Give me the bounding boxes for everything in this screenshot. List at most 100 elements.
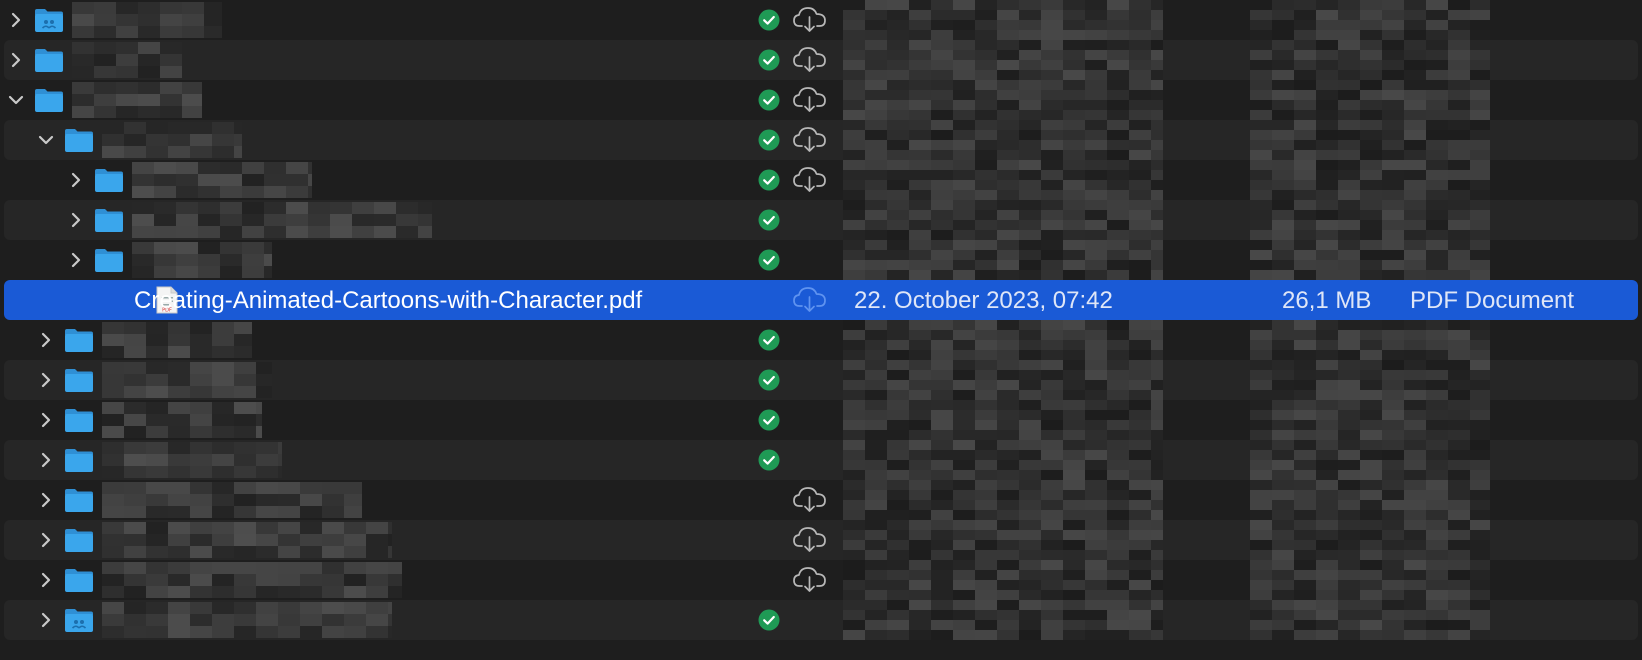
redacted-folder-name — [102, 482, 362, 518]
folder-icon — [94, 247, 124, 273]
redacted-date-modified — [843, 360, 1163, 400]
file-name: Creating-Animated-Cartoons-with-Characte… — [134, 287, 643, 314]
folder-icon — [94, 207, 124, 233]
folder-row[interactable] — [0, 400, 1642, 440]
sync-complete-icon — [758, 89, 780, 111]
redacted-kind — [1250, 400, 1490, 440]
folder-icon — [64, 407, 94, 433]
sync-complete-icon — [758, 329, 780, 351]
folder-row[interactable] — [0, 520, 1642, 560]
folder-row[interactable] — [0, 560, 1642, 600]
redacted-folder-name — [102, 522, 392, 558]
folder-row[interactable] — [0, 160, 1642, 200]
redacted-date-modified — [843, 320, 1163, 360]
file-row-selected[interactable]: PDF Creating-Animated-Cartoons-with-Chara… — [0, 280, 1642, 320]
folder-row[interactable] — [0, 200, 1642, 240]
redacted-date-modified — [843, 120, 1163, 160]
redacted-date-modified — [843, 80, 1163, 120]
file-size: 26,1 MB — [1282, 287, 1372, 314]
date-modified: 22. October 2023, 07:42 — [854, 287, 1113, 314]
cloud-download-icon[interactable] — [792, 4, 828, 34]
chevron-down-icon[interactable] — [6, 90, 26, 110]
folder-row[interactable] — [0, 440, 1642, 480]
sync-complete-icon — [758, 9, 780, 31]
cloud-download-icon[interactable] — [792, 284, 828, 314]
redacted-date-modified — [843, 40, 1163, 80]
redacted-kind — [1250, 160, 1490, 200]
folder-icon — [34, 87, 64, 113]
folder-row[interactable] — [0, 360, 1642, 400]
file-kind: PDF Document — [1410, 287, 1575, 314]
redacted-date-modified — [843, 480, 1163, 520]
redacted-folder-name — [132, 242, 272, 278]
chevron-right-icon[interactable] — [36, 450, 56, 470]
cloud-download-icon[interactable] — [792, 484, 828, 514]
cloud-download-icon[interactable] — [792, 44, 828, 74]
redacted-folder-name — [102, 322, 252, 358]
shared-folder-icon — [34, 7, 64, 33]
folder-icon — [64, 447, 94, 473]
cloud-download-icon[interactable] — [792, 164, 828, 194]
folder-icon — [34, 47, 64, 73]
folder-row[interactable] — [0, 0, 1642, 40]
redacted-kind — [1250, 120, 1490, 160]
chevron-right-icon[interactable] — [6, 50, 26, 70]
chevron-right-icon[interactable] — [36, 410, 56, 430]
folder-row[interactable] — [0, 40, 1642, 80]
folder-row[interactable] — [0, 480, 1642, 520]
chevron-right-icon[interactable] — [36, 610, 56, 630]
redacted-kind — [1250, 0, 1490, 40]
redacted-folder-name — [132, 202, 432, 238]
redacted-kind — [1250, 320, 1490, 360]
cloud-download-icon[interactable] — [792, 124, 828, 154]
redacted-folder-name — [132, 162, 312, 198]
chevron-right-icon[interactable] — [66, 250, 86, 270]
sync-complete-icon — [758, 409, 780, 431]
folder-row[interactable] — [0, 240, 1642, 280]
cloud-download-icon[interactable] — [792, 524, 828, 554]
redacted-kind — [1250, 240, 1490, 280]
redacted-folder-name — [102, 402, 262, 438]
sync-complete-icon — [758, 49, 780, 71]
redacted-date-modified — [843, 400, 1163, 440]
redacted-folder-name — [102, 362, 272, 398]
chevron-right-icon[interactable] — [6, 10, 26, 30]
folder-row[interactable] — [0, 120, 1642, 160]
redacted-date-modified — [843, 560, 1163, 600]
redacted-date-modified — [843, 200, 1163, 240]
chevron-right-icon[interactable] — [66, 170, 86, 190]
folder-icon — [94, 167, 124, 193]
redacted-folder-name — [72, 42, 182, 78]
chevron-right-icon[interactable] — [36, 490, 56, 510]
file-list: PDF Creating-Animated-Cartoons-with-Chara… — [0, 0, 1642, 660]
redacted-kind — [1250, 80, 1490, 120]
redacted-date-modified — [843, 160, 1163, 200]
redacted-kind — [1250, 440, 1490, 480]
redacted-date-modified — [843, 440, 1163, 480]
folder-row[interactable] — [0, 80, 1642, 120]
chevron-right-icon[interactable] — [36, 370, 56, 390]
redacted-date-modified — [843, 0, 1163, 40]
redacted-kind — [1250, 520, 1490, 560]
chevron-down-icon[interactable] — [36, 130, 56, 150]
redacted-date-modified — [843, 520, 1163, 560]
cloud-download-icon[interactable] — [792, 564, 828, 594]
chevron-right-icon[interactable] — [36, 570, 56, 590]
redacted-folder-name — [102, 562, 402, 598]
sync-complete-icon — [758, 249, 780, 271]
cloud-download-icon[interactable] — [792, 84, 828, 114]
redacted-kind — [1250, 200, 1490, 240]
chevron-right-icon[interactable] — [36, 330, 56, 350]
chevron-right-icon[interactable] — [36, 530, 56, 550]
redacted-kind — [1250, 560, 1490, 600]
shared-folder-icon — [64, 607, 94, 633]
sync-complete-icon — [758, 449, 780, 471]
redacted-folder-name — [72, 2, 222, 38]
folder-row[interactable] — [0, 320, 1642, 360]
chevron-right-icon[interactable] — [66, 210, 86, 230]
redacted-folder-name — [102, 442, 282, 478]
sync-complete-icon — [758, 369, 780, 391]
redacted-kind — [1250, 480, 1490, 520]
folder-row[interactable] — [0, 600, 1642, 640]
redacted-kind — [1250, 600, 1490, 640]
